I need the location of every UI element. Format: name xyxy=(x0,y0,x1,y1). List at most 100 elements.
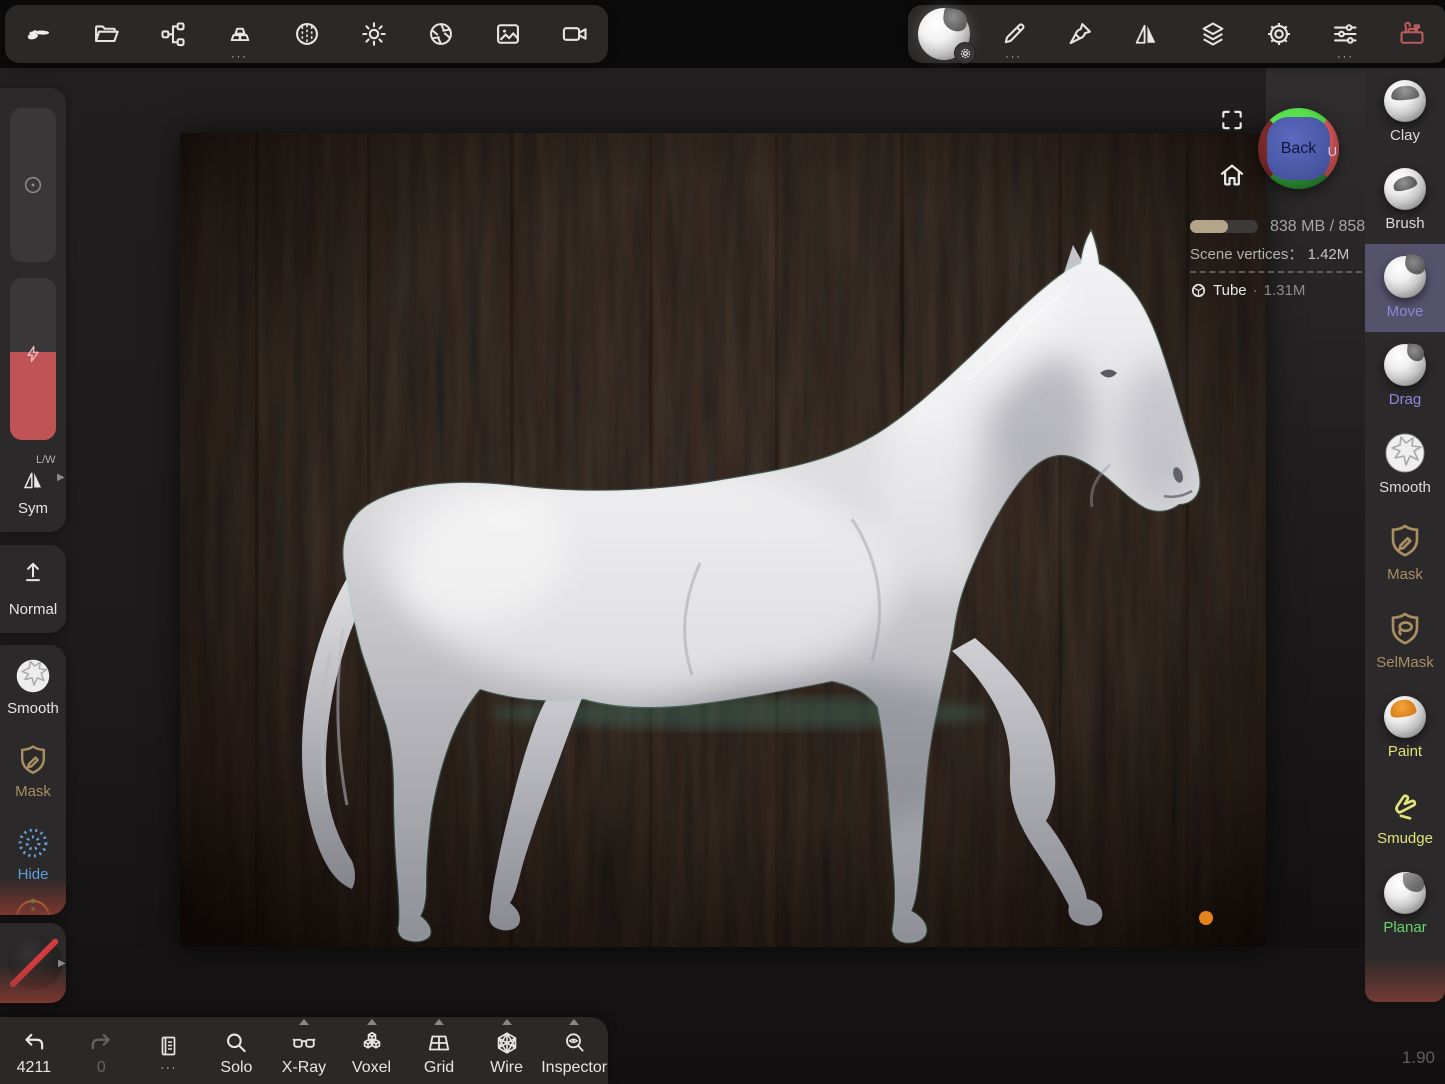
intensity-slider[interactable] xyxy=(10,278,56,440)
image-icon xyxy=(494,20,522,48)
quick-mask-label: Mask xyxy=(0,783,66,800)
undo-button[interactable]: 4211 xyxy=(2,1017,66,1084)
stroke-mode-panel[interactable]: Normal xyxy=(0,545,66,633)
sculpt-viewport[interactable] xyxy=(180,133,1266,947)
arrow-up-icon xyxy=(20,559,46,585)
symmetry-mode-hint: L/W xyxy=(36,454,56,466)
paint-icon xyxy=(1384,696,1426,738)
debug-toolbox-button[interactable] xyxy=(1382,6,1442,62)
stroke-button[interactable]: ··· xyxy=(984,6,1044,62)
wire-toggle[interactable]: Wire xyxy=(475,1017,539,1084)
inspector-toggle[interactable]: Inspector xyxy=(542,1017,606,1084)
zoom-level: 1.90 xyxy=(1385,1048,1435,1068)
grid-toggle[interactable]: Grid xyxy=(407,1017,471,1084)
quick-tool-hide[interactable]: Hide xyxy=(0,825,66,883)
fullscreen-icon xyxy=(1219,107,1245,133)
radius-slider[interactable] xyxy=(10,108,56,262)
material-button[interactable]: ··· xyxy=(210,6,270,62)
tool-selmask-label: SelMask xyxy=(1376,654,1434,671)
solo-toggle[interactable]: Solo xyxy=(204,1017,268,1084)
tool-smooth[interactable]: Smooth xyxy=(1365,420,1445,508)
smooth-icon xyxy=(1384,432,1426,474)
symmetry-button[interactable] xyxy=(1116,6,1176,62)
symmetry-label[interactable]: Sym xyxy=(0,500,66,517)
quick-tool-smooth[interactable]: Smooth xyxy=(0,657,66,717)
xray-options-caret[interactable] xyxy=(299,1019,309,1025)
scene-vertices-line: Scene vertices： 1.42M xyxy=(1190,243,1349,264)
alpha-slot-panel[interactable]: ▶ xyxy=(0,923,66,1003)
tool-clay[interactable]: Clay xyxy=(1365,68,1445,156)
quick-hide-label: Hide xyxy=(0,866,66,883)
voxel-options-caret[interactable] xyxy=(367,1019,377,1025)
tool-paint[interactable]: Paint xyxy=(1365,684,1445,772)
layers-button[interactable] xyxy=(1183,6,1243,62)
voxel-label: Voxel xyxy=(352,1059,391,1077)
camera-button[interactable] xyxy=(545,6,605,62)
selmask-shield-icon xyxy=(1385,609,1425,649)
app-window: Back U 838 MB / 858 MB Scene vertices： 1… xyxy=(0,0,1445,1084)
tool-planar[interactable]: Planar xyxy=(1365,860,1445,948)
tool-selmask[interactable]: SelMask xyxy=(1365,596,1445,684)
tool-smudge-label: Smudge xyxy=(1377,830,1433,847)
gizmo-peek-icon[interactable] xyxy=(13,895,53,915)
top-right-toolbar: ··· xyxy=(908,5,1445,63)
quick-tool-mask[interactable]: Mask xyxy=(0,742,66,800)
matcap-sphere-icon xyxy=(293,20,321,48)
brush-settings-panel: L/W ▶ Sym xyxy=(0,88,66,532)
orientation-nav-ball[interactable]: Back U xyxy=(1258,108,1339,189)
tool-drag[interactable]: Drag xyxy=(1365,332,1445,420)
redo-button[interactable]: 0 xyxy=(69,1017,133,1084)
post-process-button[interactable] xyxy=(411,6,471,62)
matcap-button[interactable] xyxy=(277,6,337,62)
radius-icon xyxy=(22,174,44,196)
paintbrush-icon xyxy=(1066,20,1094,48)
tool-smudge[interactable]: Smudge xyxy=(1365,772,1445,860)
adjust-filters-button[interactable]: ··· xyxy=(1315,6,1375,62)
scene-vertices-value: 1.42M xyxy=(1308,246,1350,263)
background-button[interactable] xyxy=(478,6,538,62)
wire-options-caret[interactable] xyxy=(502,1019,512,1025)
wireframe-icon xyxy=(493,1030,521,1056)
home-button[interactable] xyxy=(1217,160,1247,190)
tool-smooth-label: Smooth xyxy=(1379,479,1431,496)
quick-mask-shield-icon xyxy=(15,742,51,778)
scene-graph-icon xyxy=(159,20,187,48)
inspector-options-caret[interactable] xyxy=(569,1019,579,1025)
alpha-expand-caret[interactable]: ▶ xyxy=(58,958,66,969)
tool-mask[interactable]: Mask xyxy=(1365,508,1445,596)
xray-toggle[interactable]: X-Ray xyxy=(272,1017,336,1084)
tool-paint-label: Paint xyxy=(1388,743,1422,760)
fullscreen-button[interactable] xyxy=(1219,107,1245,133)
memory-gauge xyxy=(1190,220,1258,233)
files-button[interactable] xyxy=(76,6,136,62)
app-logo-button[interactable] xyxy=(9,6,69,62)
filters-overflow-dots: ··· xyxy=(1315,52,1375,62)
sliders-icon xyxy=(1331,20,1359,48)
tool-move[interactable]: Move xyxy=(1365,244,1445,332)
folder-icon xyxy=(92,20,120,48)
active-tool-button[interactable] xyxy=(911,6,977,62)
intensity-fill xyxy=(10,352,56,440)
painting-button[interactable] xyxy=(1050,6,1110,62)
symmetry-triangle-icon xyxy=(21,468,45,492)
scene-graph-button[interactable] xyxy=(143,6,203,62)
mirror-icon xyxy=(1132,20,1160,48)
quick-smooth-label: Smooth xyxy=(0,700,66,717)
right-tool-sidebar: Clay Brush Move Drag Smooth xyxy=(1365,68,1445,1002)
tool-brush[interactable]: Brush xyxy=(1365,156,1445,244)
grid-label: Grid xyxy=(424,1059,454,1077)
grid-options-caret[interactable] xyxy=(434,1019,444,1025)
voxel-toggle[interactable]: Voxel xyxy=(340,1017,404,1084)
object-stats-line: Tube · 1.31M xyxy=(1190,282,1305,299)
tool-settings-badge[interactable] xyxy=(954,42,976,64)
redo-icon xyxy=(88,1030,114,1056)
inspector-eye-icon xyxy=(560,1030,588,1056)
clay-icon xyxy=(1384,80,1426,122)
home-icon xyxy=(1217,160,1247,190)
wire-sphere-icon xyxy=(1190,282,1207,299)
settings-button[interactable] xyxy=(1249,6,1309,62)
history-button[interactable]: ··· xyxy=(137,1017,201,1084)
nav-ball-face[interactable]: Back xyxy=(1267,117,1330,180)
symmetry-expand-caret[interactable]: ▶ xyxy=(57,472,65,483)
lighting-button[interactable] xyxy=(344,6,404,62)
